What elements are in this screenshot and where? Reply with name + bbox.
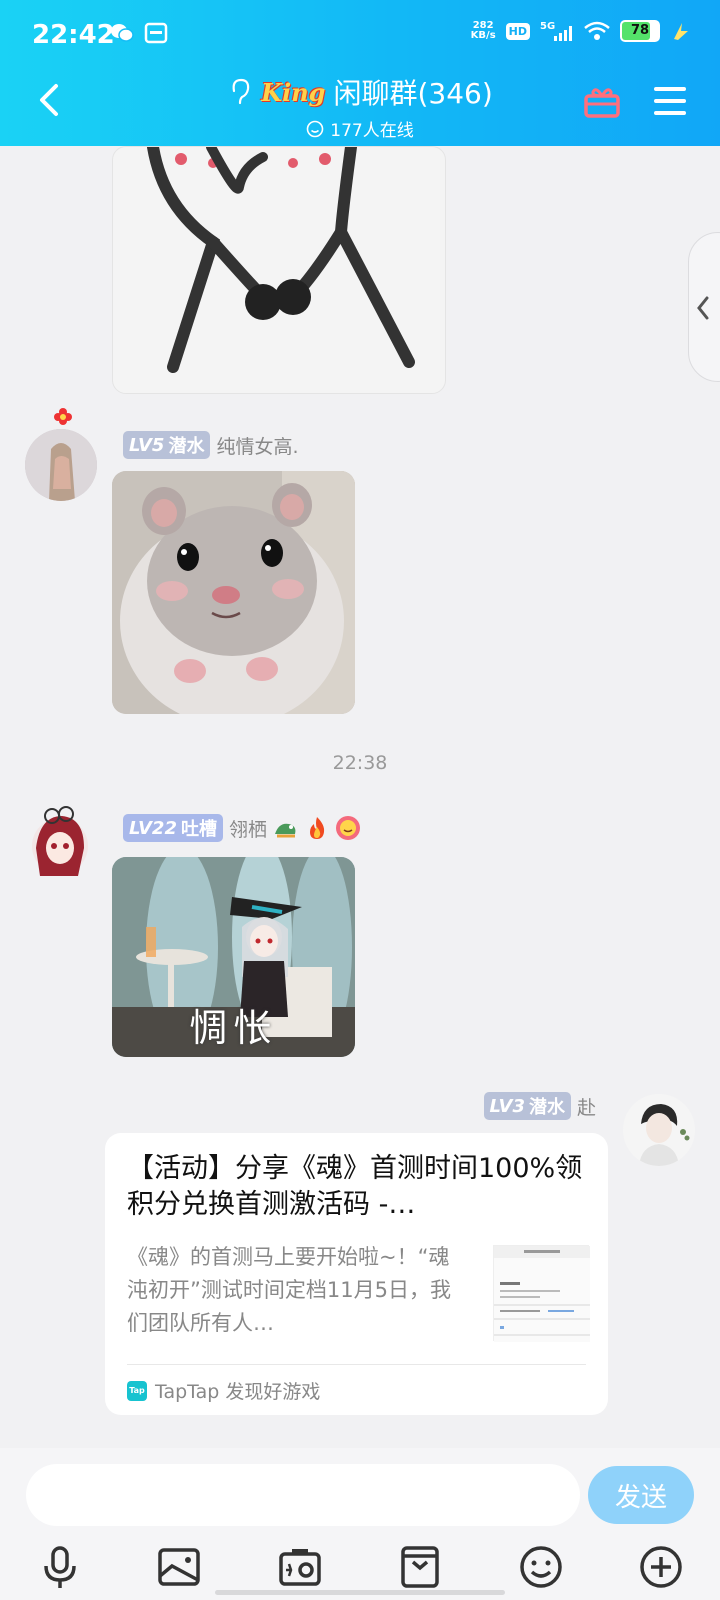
stick-figure-drawing [147, 147, 415, 373]
svg-text:5G: 5G [540, 21, 555, 32]
ear-icon [232, 78, 250, 105]
message-sender: LV3 潜水 赴 [483, 1092, 596, 1120]
send-button[interactable]: 发送 [588, 1466, 694, 1524]
card-source: Tap TapTap 发现好游戏 [127, 1377, 320, 1404]
microphone-icon[interactable] [37, 1544, 83, 1590]
side-drawer-handle[interactable] [688, 232, 720, 382]
input-bar: 发送 [0, 1448, 720, 1600]
avatar[interactable] [22, 806, 94, 878]
card-thumbnail [493, 1245, 590, 1342]
group-name: 闲聊群(346) [333, 77, 493, 110]
status-time: 22:42 [32, 20, 115, 50]
menu-icon[interactable] [652, 84, 688, 118]
sender-name[interactable]: 赴 [577, 1093, 596, 1120]
character-sticker-image[interactable]: 惆怅 [112, 857, 355, 1057]
wechat-icon [111, 24, 134, 42]
taptap-logo-icon: Tap [127, 1380, 147, 1401]
shared-link-card[interactable]: 【活动】分享《魂》首测时间100%领积分兑换首测激活码 -… 《魂》的首测马上要… [105, 1133, 608, 1415]
flower-face-emoji-icon [336, 816, 360, 840]
plus-icon[interactable] [638, 1544, 684, 1590]
sticker-caption: 惆怅 [189, 1006, 278, 1050]
sender-name[interactable]: 纯情女高. [216, 432, 298, 459]
camera-icon[interactable] [277, 1544, 323, 1590]
message-input[interactable] [26, 1464, 580, 1526]
battery-indicator: 78 [620, 20, 660, 42]
charging-icon [674, 23, 688, 40]
emoji-icon[interactable] [518, 1544, 564, 1590]
network-speed: 282 KB/s [470, 20, 496, 41]
calendar-notification-icon [144, 22, 168, 44]
level-badge: LV22 吐槽 [123, 814, 223, 842]
hd-badge: HD [505, 22, 530, 40]
home-indicator [215, 1590, 505, 1595]
online-count: 177人在线 [306, 116, 414, 141]
wifi-icon [584, 21, 610, 40]
photo-icon[interactable] [156, 1544, 202, 1590]
sender-name[interactable]: 翎栖 [229, 815, 267, 842]
card-description: 《魂》的首测马上要开始啦~！“魂沌初开”测试时间定档11月5日，我们团队所有人… [127, 1245, 451, 1335]
drawing-sticker-image[interactable] [112, 146, 446, 394]
message-sender: LV5 潜水 纯情女高. [123, 431, 299, 459]
chevron-left-icon [697, 296, 709, 320]
level-badge: LV5 潜水 [123, 431, 211, 459]
hamster-sticker-image[interactable] [112, 471, 355, 714]
avatar[interactable] [25, 429, 97, 501]
card-divider [127, 1364, 586, 1365]
group-logo: King [261, 77, 326, 107]
file-icon[interactable] [397, 1544, 443, 1590]
gift-box-icon[interactable] [582, 82, 622, 122]
header-bar: 22:42 282 KB/s HD 5G 78 King 闲聊群(346) 17… [0, 0, 720, 146]
card-title: 【活动】分享《魂》首测时间100%领积分兑换首测激活码 -… [127, 1153, 583, 1220]
flower-badge-icon [54, 408, 72, 425]
avatar[interactable] [623, 1094, 695, 1166]
level-badge: LV3 潜水 [483, 1092, 571, 1120]
status-notification-icons [110, 22, 168, 44]
dragon-emoji-icon [275, 823, 296, 838]
status-right-icons: 282 KB/s HD 5G 78 [471, 20, 692, 42]
fire-emoji-icon [310, 817, 325, 839]
time-divider: 22:38 [332, 752, 388, 774]
signal-5g-icon: 5G [540, 21, 572, 41]
smile-icon [306, 120, 324, 137]
message-sender: LV22 吐槽 翎栖 [123, 814, 361, 842]
